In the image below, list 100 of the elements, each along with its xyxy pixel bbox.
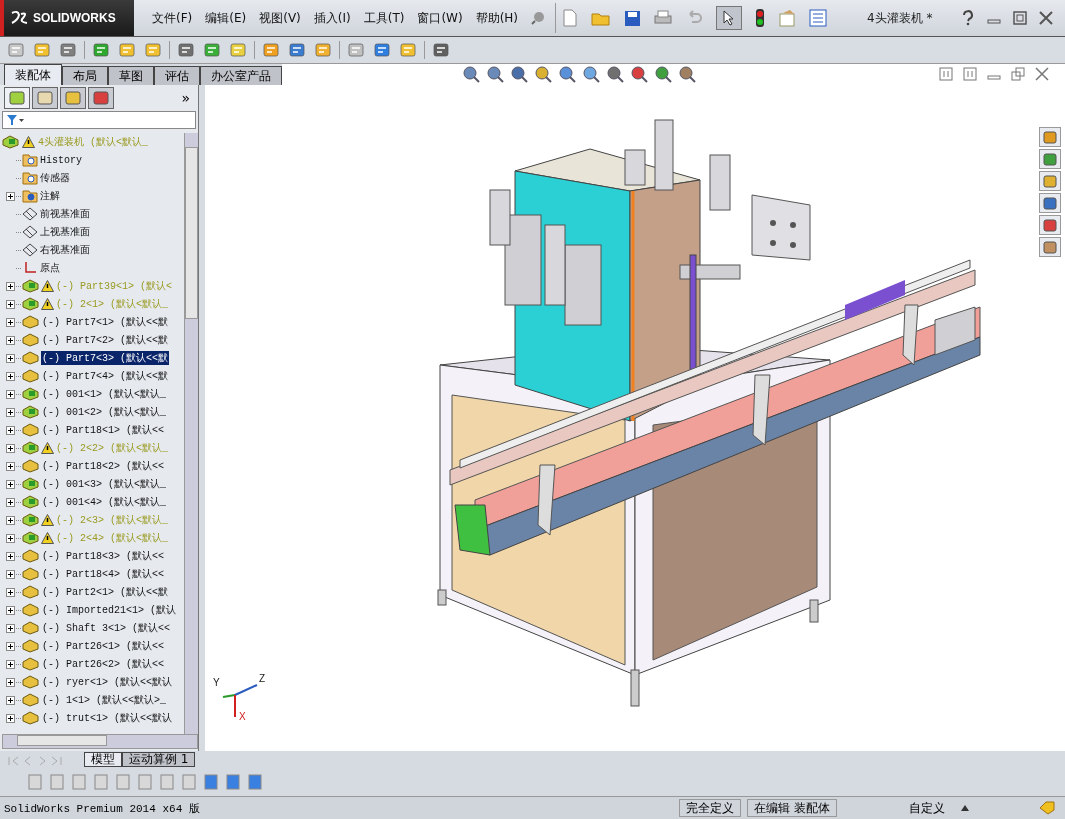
tree-item[interactable]: (-) Part18<2> (默认<< bbox=[41, 459, 166, 474]
expand-icon[interactable] bbox=[6, 371, 15, 381]
tree-item[interactable]: (-) ryer<1> (默认<<默认 bbox=[41, 675, 173, 690]
expand-icon[interactable] bbox=[6, 353, 15, 363]
expand-icon[interactable] bbox=[6, 695, 15, 705]
units-text[interactable]: 自定义 bbox=[843, 800, 951, 817]
save-icon[interactable] bbox=[624, 9, 642, 27]
expand-icon[interactable] bbox=[6, 605, 15, 615]
tree-item[interactable]: (-) Part7<2> (默认<<默 bbox=[41, 333, 169, 348]
sensor-folder-icon bbox=[22, 171, 38, 186]
zoom-fit-icon[interactable] bbox=[462, 65, 480, 84]
tree-item[interactable]: (-) Imported21<1> (默认 bbox=[41, 603, 178, 618]
select-button[interactable] bbox=[716, 6, 743, 30]
tree-item[interactable]: 上视基准面 bbox=[39, 225, 91, 240]
vertical-scrollbar[interactable] bbox=[184, 133, 198, 735]
pointer-icon bbox=[723, 10, 736, 26]
expand-icon[interactable] bbox=[6, 461, 15, 471]
expand-icon[interactable] bbox=[6, 335, 15, 345]
expand-icon[interactable] bbox=[6, 659, 15, 669]
horizontal-scrollbar[interactable] bbox=[2, 734, 198, 750]
menu-item[interactable]: 帮助(H) bbox=[475, 9, 519, 27]
tree-item[interactable]: (-) 001<1> (默认<默认_ bbox=[41, 387, 167, 402]
expand-icon[interactable] bbox=[6, 425, 15, 435]
property-tab[interactable] bbox=[32, 87, 58, 110]
expand-icon[interactable] bbox=[6, 587, 15, 597]
expand-icon[interactable] bbox=[6, 677, 15, 687]
checklist-icon[interactable] bbox=[809, 9, 828, 27]
command-tab[interactable]: 评估 bbox=[154, 66, 200, 86]
tree-item[interactable]: History bbox=[39, 154, 83, 166]
expand-icon[interactable] bbox=[6, 299, 15, 309]
expand-icon[interactable] bbox=[6, 551, 15, 561]
command-tab[interactable]: 草图 bbox=[108, 66, 154, 86]
model-tab[interactable]: 模型 bbox=[84, 751, 122, 767]
menu-item[interactable]: 工具(T) bbox=[363, 9, 405, 27]
filter-field[interactable] bbox=[2, 111, 196, 130]
tree-item[interactable]: (-) Part26<1> (默认<< bbox=[41, 639, 166, 654]
tree-item[interactable]: 注解 bbox=[39, 189, 61, 204]
expand-icon[interactable] bbox=[6, 317, 15, 327]
command-tab[interactable]: 布局 bbox=[62, 66, 108, 86]
expand-icon[interactable] bbox=[6, 191, 15, 201]
configuration-tab[interactable] bbox=[60, 87, 86, 110]
part-icon bbox=[22, 351, 40, 366]
expand-icon[interactable] bbox=[6, 641, 15, 651]
close-icon[interactable] bbox=[1039, 11, 1053, 25]
tree-item[interactable]: (-) 001<3> (默认<默认_ bbox=[41, 477, 167, 492]
expand-icon[interactable] bbox=[6, 479, 15, 489]
tree-item[interactable]: (-) Shaft 3<1> (默认<< bbox=[41, 621, 172, 636]
tree-item[interactable]: (-) 001<4> (默认<默认_ bbox=[41, 495, 167, 510]
caret-up-icon[interactable] bbox=[961, 805, 969, 812]
tree-item[interactable]: (-) Part2<1> (默认<<默 bbox=[41, 585, 169, 600]
expand-icon[interactable] bbox=[6, 623, 15, 633]
command-tab[interactable]: 装配体 bbox=[4, 64, 62, 86]
assembly-icon bbox=[22, 405, 40, 420]
expand-icon[interactable] bbox=[6, 497, 15, 507]
help-icon[interactable] bbox=[961, 10, 975, 26]
brand-text: SOLIDWORKS bbox=[33, 11, 116, 25]
pin-icon[interactable] bbox=[531, 11, 546, 25]
part-icon bbox=[22, 621, 40, 636]
expand-icon[interactable] bbox=[6, 443, 15, 453]
solidworks-logo[interactable]: SOLIDWORKS bbox=[0, 0, 134, 36]
maximize-icon[interactable] bbox=[1013, 11, 1027, 25]
tag-icon[interactable] bbox=[1039, 801, 1055, 816]
tree-item[interactable]: (-) Part18<4> (默认<< bbox=[41, 567, 166, 582]
expand-icon[interactable] bbox=[6, 407, 15, 417]
expand-icon[interactable] bbox=[6, 515, 15, 525]
menu-item[interactable]: 文件(F) bbox=[152, 9, 193, 27]
more-tabs-button[interactable]: » bbox=[181, 90, 198, 107]
display-tab[interactable] bbox=[88, 87, 114, 110]
tree-item[interactable]: (-) 001<2> (默认<默认_ bbox=[41, 405, 167, 420]
model-tab[interactable]: 运动算例 1 bbox=[122, 751, 196, 767]
menu-item[interactable]: 窗口(W) bbox=[417, 9, 463, 27]
tree-item[interactable]: (-) Part18<1> (默认<< bbox=[41, 423, 166, 438]
tree-item[interactable]: 传感器 bbox=[39, 171, 71, 186]
traffic-light-icon[interactable] bbox=[755, 8, 766, 28]
menu-item[interactable]: 视图(V) bbox=[259, 9, 301, 27]
tree-item[interactable]: 原点 bbox=[39, 261, 61, 276]
expand-icon[interactable] bbox=[6, 569, 15, 579]
expand-icon[interactable] bbox=[6, 389, 15, 399]
command-tab[interactable]: 办公室产品 bbox=[200, 66, 282, 86]
tree-item[interactable]: (-) Part7<4> (默认<<默 bbox=[41, 369, 169, 384]
expand-icon[interactable] bbox=[6, 281, 15, 291]
feature-tree-tab[interactable] bbox=[4, 87, 30, 110]
expand-icon[interactable] bbox=[6, 533, 15, 543]
restore-icon[interactable] bbox=[1011, 67, 1025, 82]
tree-item[interactable]: (-) trut<1> (默认<<默认 bbox=[41, 711, 173, 726]
tree-item[interactable]: (-) Part7<3> (默认<<默 bbox=[41, 351, 169, 366]
tree-item[interactable]: (-) 1<1> (默认<<默认>_ bbox=[41, 693, 167, 708]
part-icon bbox=[22, 567, 40, 582]
tree-item[interactable]: (-) Part26<2> (默认<< bbox=[41, 657, 166, 672]
ds-logo-icon bbox=[10, 10, 30, 26]
part-icon bbox=[22, 549, 40, 564]
tree-item[interactable]: 前视基准面 bbox=[39, 207, 91, 222]
assembly-icon bbox=[22, 297, 40, 312]
expand-icon[interactable] bbox=[6, 713, 15, 723]
tree-item[interactable]: (-) Part7<1> (默认<<默 bbox=[41, 315, 169, 330]
menu-item[interactable]: 插入(I) bbox=[313, 9, 351, 27]
tree-item[interactable]: (-) Part18<3> (默认<< bbox=[41, 549, 166, 564]
close-icon[interactable] bbox=[1035, 67, 1049, 82]
menu-item[interactable]: 编辑(E) bbox=[205, 9, 247, 27]
tree-item[interactable]: 右视基准面 bbox=[39, 243, 91, 258]
